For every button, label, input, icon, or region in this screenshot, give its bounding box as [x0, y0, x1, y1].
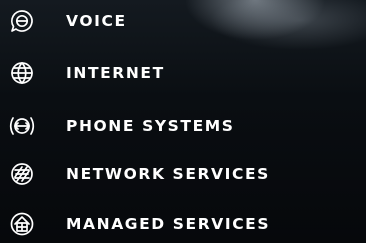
menu-item-label: NETWORK SERVICES: [66, 165, 270, 183]
menu-item-managed-services[interactable]: MANAGED SERVICES: [6, 206, 270, 242]
network-globe-icon: [6, 158, 38, 190]
building-gear-icon: [6, 208, 38, 240]
menu-item-phone-systems[interactable]: PHONE SYSTEMS: [6, 108, 235, 144]
phone-signal-icon: [6, 110, 38, 142]
menu-item-internet[interactable]: INTERNET: [6, 55, 165, 91]
menu-item-label: INTERNET: [66, 64, 165, 82]
services-menu: VOICE INTERNET PHONE SYSTEMS NETWORK SER…: [0, 0, 366, 243]
menu-item-voice[interactable]: VOICE: [6, 3, 127, 39]
menu-item-label: MANAGED SERVICES: [66, 215, 271, 233]
menu-item-network-services[interactable]: NETWORK SERVICES: [6, 156, 270, 192]
chat-bubble-icon: [6, 5, 38, 37]
menu-item-label: PHONE SYSTEMS: [66, 117, 235, 135]
globe-icon: [6, 57, 38, 89]
menu-item-label: VOICE: [66, 12, 127, 30]
